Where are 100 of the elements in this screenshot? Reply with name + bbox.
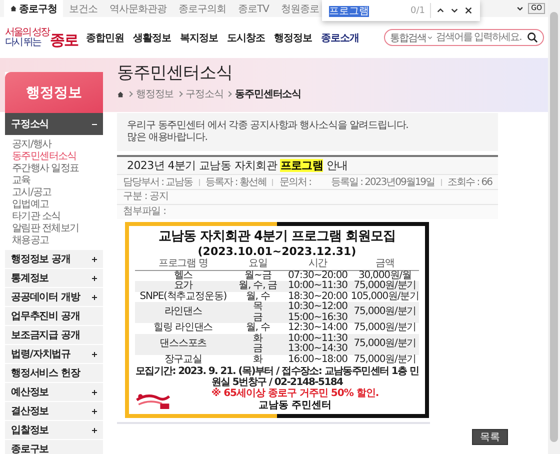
breadcrumb-link[interactable]: 행정정보 <box>136 87 174 101</box>
chevron-down-icon[interactable] <box>450 6 459 15</box>
poster-notice: 모집기간: 2023. 9. 21. (목)부터 / 접수장소: 교남동주민센터 1층 민원실 5번창구 / 02-2148-5184 <box>135 366 419 388</box>
home-icon[interactable] <box>117 90 124 98</box>
sidebar-item[interactable]: 통계정보 <box>5 269 103 288</box>
table-cell-text: 월~금 <box>244 270 272 280</box>
nav-menu-item[interactable]: 행정정보 <box>274 30 312 44</box>
sidebar-title: 행정정보 <box>5 72 103 113</box>
field-text: 첨부파일 : <box>123 206 166 217</box>
site-tab[interactable]: 종로구의회 <box>172 0 232 17</box>
meta-text: 등록일 : 2023년09월19일 <box>330 176 435 189</box>
scrollbar-thumb[interactable] <box>550 12 558 442</box>
match-count: 0/1 <box>410 6 425 16</box>
table-cell-text: 75,000원/분기 <box>352 323 418 334</box>
sidebar-subitem[interactable]: 주간행사 일정표 <box>12 163 103 175</box>
table-cell-text: 금 <box>253 312 263 322</box>
table-cell-text: SNPE(척추교정운동) <box>138 292 228 302</box>
nav-menu-item[interactable]: 도시창조 <box>227 30 266 44</box>
chevron-up-icon[interactable] <box>436 6 445 15</box>
table-cell: 13:00~14:30 <box>288 344 348 354</box>
plus-icon <box>92 256 97 262</box>
table-cell-text: 18:30~20:00 <box>288 292 348 302</box>
table-cell-text: 30,000원/월 <box>357 270 412 280</box>
site-tab[interactable]: 보건소 <box>63 0 104 17</box>
poster-period: (2023.10.01~2023.12.31) <box>198 245 356 258</box>
site-tab[interactable]: 종로TV <box>232 0 275 17</box>
nav-menu-item[interactable]: 생활정보 <box>133 30 172 44</box>
sidebar-item[interactable]: 업무추진비 공개 <box>5 307 103 326</box>
plus-icon <box>92 352 97 356</box>
site-tab[interactable]: 역사문화관광 <box>104 0 172 17</box>
scrollbar[interactable] <box>548 0 560 454</box>
sidebar-item[interactable]: 공공데이터 개방 <box>5 288 103 307</box>
nav-menu-item[interactable]: 종합민원 <box>86 30 124 44</box>
table-cell: 월, 수 <box>246 323 270 334</box>
table-cell-text: 07:30~20:00 <box>288 270 348 280</box>
sidebar-subitem[interactable]: 교육 <box>12 175 103 187</box>
table-cell: 월, 수, 금 <box>238 281 278 292</box>
plus-icon <box>92 408 97 414</box>
plus-icon <box>92 276 97 280</box>
organizer-text: 교남동 주민센터 <box>258 400 332 412</box>
search-field[interactable]: 통합검색 검색어를 입력하세요. <box>384 29 544 46</box>
table-cell: 요가 <box>135 281 232 292</box>
table-cell: 16:00~18:00 <box>288 354 348 365</box>
sidebar-subitem[interactable]: 공지/행사 <box>12 139 103 151</box>
minus-icon <box>92 122 97 126</box>
table-cell-text: 75,000원/분기 <box>352 354 418 365</box>
table-cell-text: 월, 수 <box>246 292 270 302</box>
search-input[interactable]: 검색어를 입력하세요. <box>436 32 524 43</box>
close-icon[interactable] <box>464 6 473 15</box>
chevron-down-icon <box>427 34 433 40</box>
meta-text: 조회수 : 66 <box>448 176 492 189</box>
sidebar-item[interactable]: 행정정보 공개 <box>5 250 103 269</box>
sidebar-subitem[interactable]: 알림판 전체보기 <box>12 223 103 235</box>
breadcrumb-separator-icon <box>226 91 232 97</box>
table-cell: 라인댄스 <box>135 302 232 323</box>
plus-icon <box>92 428 97 432</box>
sidebar-subitem[interactable]: 타기관 소식 <box>12 211 103 223</box>
table-header: 시간 <box>284 259 351 270</box>
chevron-down-icon[interactable] <box>516 4 524 12</box>
search-icon[interactable] <box>527 32 538 43</box>
home-icon <box>10 5 17 12</box>
find-field[interactable]: 프로그램 <box>329 4 406 18</box>
sidebar-item[interactable]: 법령/자치법규 <box>5 345 103 364</box>
plus-icon <box>92 390 97 394</box>
sidebar-subitem[interactable]: 동주민센터소식 <box>12 151 103 163</box>
intro-text: 많은 애용바랍니다. <box>127 132 208 144</box>
sidebar-item[interactable]: 예산정보 <box>5 383 103 402</box>
sidebar-subitem[interactable]: 채용공고 <box>12 235 103 247</box>
field-text: 구분 : 공지 <box>123 191 169 202</box>
sidebar-item[interactable]: 결산정보 <box>5 402 103 421</box>
breadcrumb-separator-icon <box>127 91 133 97</box>
intro-text: 우리구 동주민센터 에서 각종 공지사항과 행사소식을 알려드립니다. <box>127 120 410 132</box>
site-tab[interactable]: 청원종로 <box>274 0 325 17</box>
table-cell-text: 힐링 라인댄스 <box>152 323 214 334</box>
sidebar-item[interactable]: 보조금지급 공개 <box>5 326 103 345</box>
table-cell: 12:30~14:00 <box>288 323 348 334</box>
breadcrumb-link[interactable]: 구정소식 <box>186 87 224 101</box>
sidebar-item[interactable]: 행정서비스 헌장 <box>5 364 103 383</box>
table-cell: 댄스스포츠 <box>135 334 232 354</box>
sidebar-item[interactable]: 구정소식 <box>5 113 103 136</box>
sidebar-subitem[interactable]: 입법예고 <box>12 199 103 211</box>
sidebar-subitem[interactable]: 고시/공고 <box>12 187 103 199</box>
table-cell-text: 10:00~11:30 <box>288 334 348 344</box>
breadcrumb-link[interactable]: 동주민센터소식 <box>235 87 302 101</box>
sidebar-item[interactable]: 입찰정보 <box>5 421 103 440</box>
meta-text: 담당부서 : 교남동 <box>123 176 193 189</box>
table-cell: 75,000원/분기 <box>350 334 419 354</box>
list-button[interactable]: 목록 <box>472 429 508 445</box>
search-scope-dropdown[interactable]: 통합검색 <box>390 30 433 44</box>
poster-title: 교남동 자치회관 4분기 프로그램 회원모집 <box>158 229 396 245</box>
nav-menu-item[interactable]: 종로소개 <box>321 30 360 44</box>
nav-menu-item[interactable]: 복지정보 <box>180 30 218 44</box>
site-tab[interactable]: 종로구청 <box>4 0 63 17</box>
table-cell: 화 <box>253 354 263 365</box>
page-title: 동주민센터소식 <box>117 62 234 84</box>
table-cell: 10:00~11:30 <box>288 281 348 292</box>
table-header: 요일 <box>231 259 284 270</box>
table-cell: 목 <box>253 302 263 312</box>
sidebar-item[interactable]: 종로구보 <box>5 440 103 454</box>
table-cell-text: 헬스 <box>172 270 194 280</box>
